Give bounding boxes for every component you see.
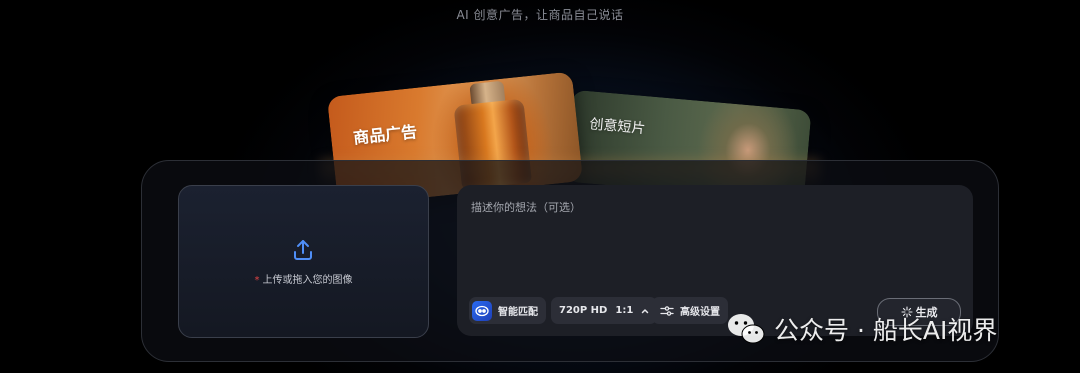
page: AI 创意广告，让商品自己说话 创意短片 商品广告 * 上传或拖入您的图像 描述… <box>0 0 1080 373</box>
watermark-text: 公众号 · 船长AI视界 <box>774 316 998 345</box>
creative-short-label: 创意短片 <box>588 116 646 138</box>
wechat-icon <box>728 314 765 344</box>
upload-label: * 上传或拖入您的图像 <box>179 271 428 286</box>
smart-match-button[interactable]: 智能匹配 <box>469 297 546 324</box>
product-ad-label: 商品广告 <box>352 121 419 148</box>
resolution-ratio-dropdown[interactable]: 720P HD 1:1 <box>551 297 658 324</box>
sliders-icon <box>660 305 674 316</box>
upload-label-text: 上传或拖入您的图像 <box>262 275 353 286</box>
prompt-input[interactable] <box>469 197 963 291</box>
resolution-value: 720P HD <box>559 305 608 316</box>
image-upload-dropzone[interactable]: * 上传或拖入您的图像 <box>178 185 429 338</box>
advanced-settings-button[interactable]: 高级设置 <box>652 297 728 324</box>
required-mark: * <box>254 275 260 286</box>
page-tagline: AI 创意广告，让商品自己说话 <box>456 8 624 22</box>
advanced-settings-label: 高级设置 <box>680 307 720 318</box>
smart-match-label: 智能匹配 <box>498 307 538 318</box>
smart-match-icon <box>472 300 492 321</box>
aspect-ratio-value: 1:1 <box>615 305 634 316</box>
watermark: 公众号 · 船长AI视界 <box>726 309 997 349</box>
upload-icon <box>294 240 312 260</box>
chevron-up-icon <box>642 308 649 313</box>
